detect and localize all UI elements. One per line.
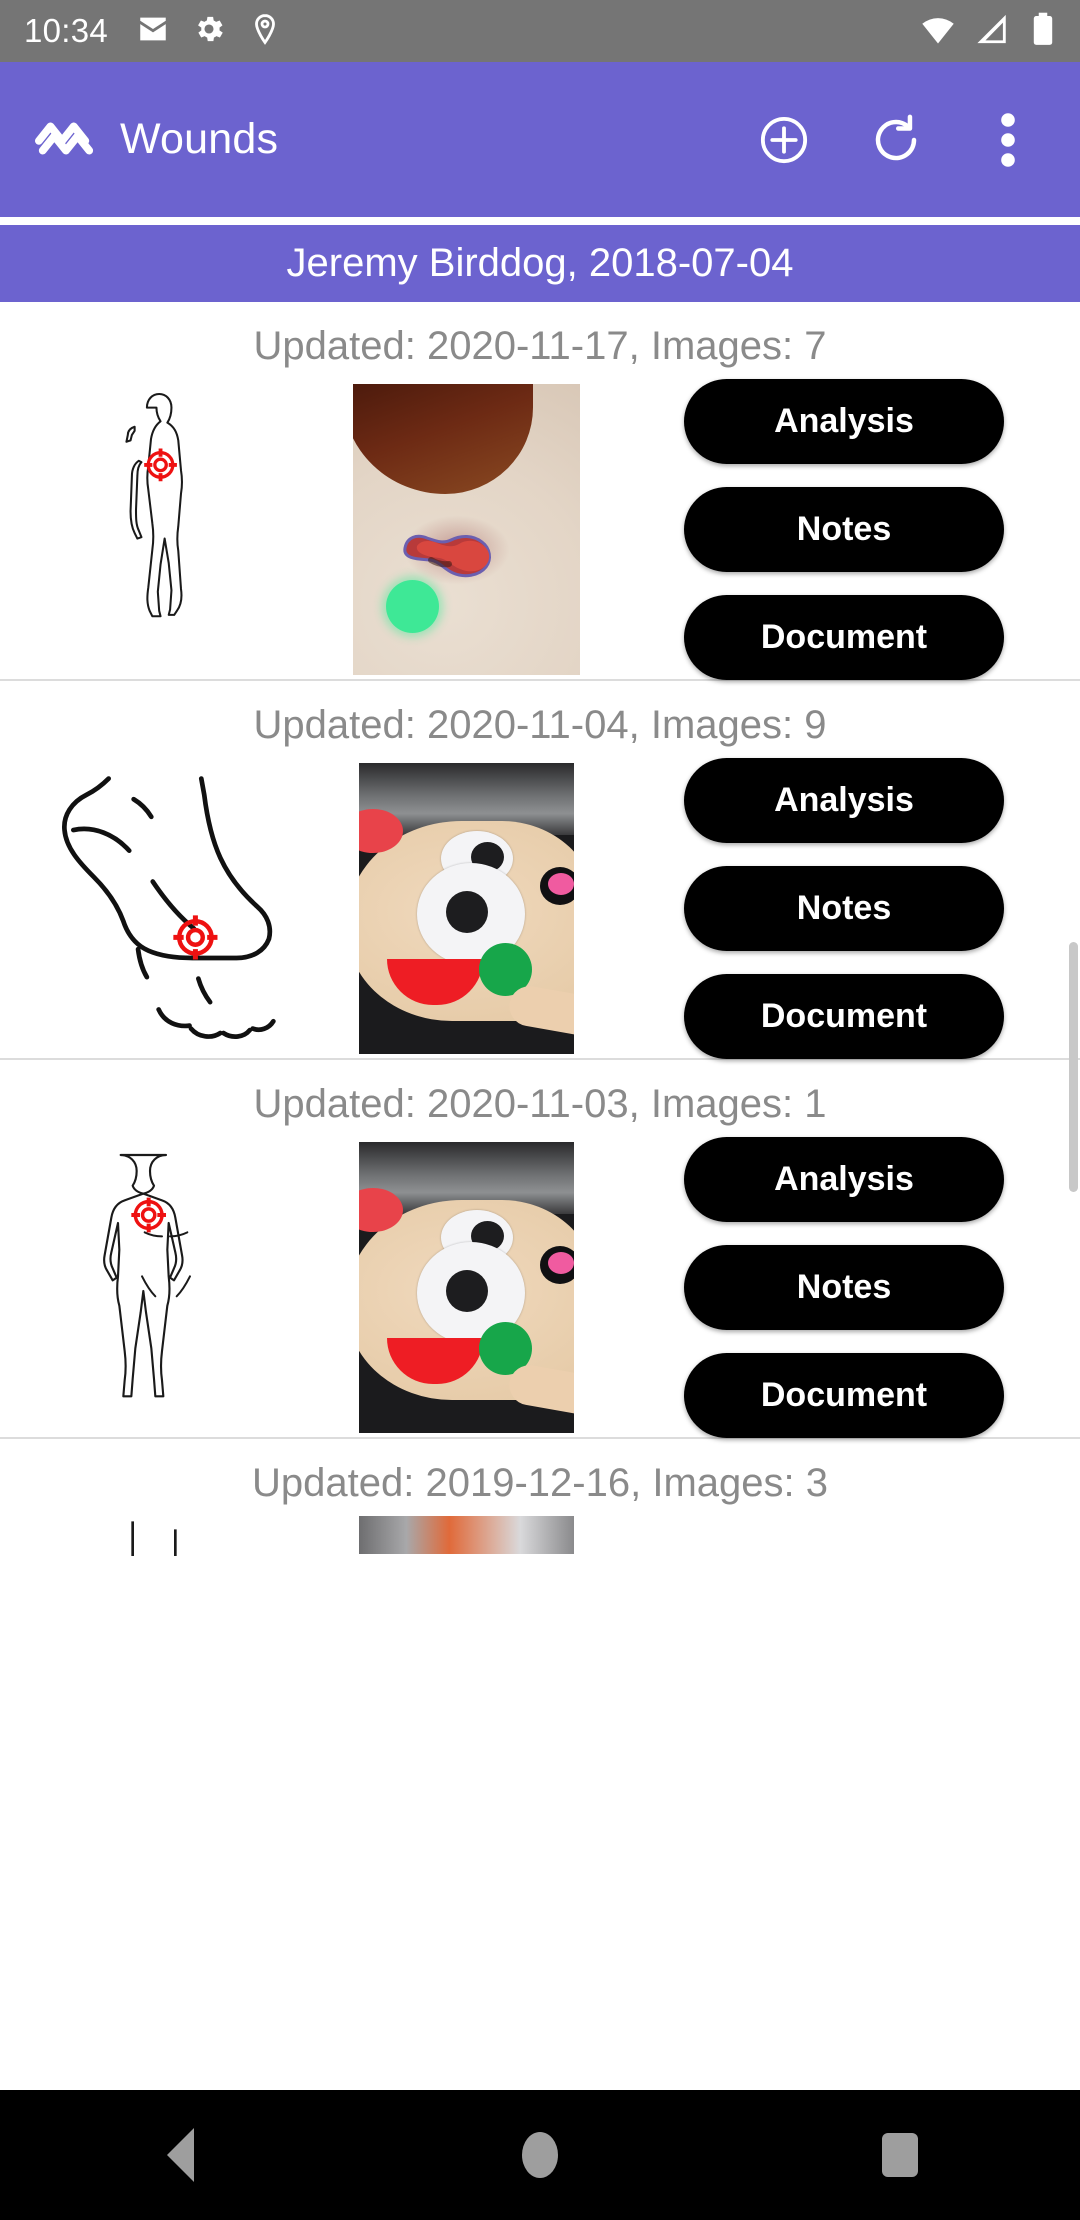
wound-row-body: Analysis Notes Document	[0, 378, 1080, 680]
circle-home-icon	[522, 2132, 558, 2178]
nav-back-button[interactable]	[105, 2090, 255, 2220]
document-button[interactable]: Document	[684, 973, 1004, 1059]
photo-plush-pupil-large	[445, 890, 488, 933]
android-navigation-bar	[0, 2090, 1080, 2220]
refresh-button[interactable]	[868, 112, 924, 168]
list-scrollbar[interactable]	[1069, 942, 1078, 1192]
triangle-back-icon	[166, 2128, 194, 2182]
document-button[interactable]: Document	[684, 1352, 1004, 1438]
wound-row-actions: Analysis Notes Document	[616, 378, 1064, 680]
wound-row-header: Updated: 2020-11-17, Images: 7	[253, 324, 827, 368]
photo-pink-detail	[539, 1245, 574, 1284]
notes-button[interactable]: Notes	[684, 486, 1004, 572]
wound-row-body	[0, 1516, 1080, 1556]
wound-photo-plush-foot[interactable]	[316, 1140, 616, 1435]
foot-outline-diagram[interactable]	[16, 761, 316, 1056]
wound-row-body: Analysis Notes Document	[0, 1136, 1080, 1438]
status-notification-icons	[136, 12, 282, 51]
wound-row-header: Updated: 2020-11-04, Images: 9	[253, 703, 827, 747]
wound-row-actions: Analysis Notes Document	[616, 757, 1064, 1059]
wifi-icon	[920, 13, 956, 50]
wound-list-item[interactable]: Updated: 2020-11-17, Images: 7 Analysis …	[0, 302, 1080, 681]
wound-photo-frame	[358, 1516, 574, 1554]
wound-row-body: Analysis Notes Document	[0, 757, 1080, 1059]
wound-photo-shoulder-lesion[interactable]	[316, 382, 616, 677]
wound-photo-frame	[358, 1141, 574, 1433]
app-screen: 10:34 Wounds Jeremy Birddog, 2018-07-04 …	[0, 0, 1080, 2220]
wound-photo-frame	[352, 383, 580, 675]
notes-button[interactable]: Notes	[684, 1244, 1004, 1330]
gear-icon	[192, 12, 226, 51]
nav-recents-button[interactable]	[825, 2090, 975, 2220]
cellular-signal-icon	[976, 13, 1010, 50]
wound-row-actions: Analysis Notes Document	[616, 1136, 1064, 1438]
location-pin-icon	[248, 12, 282, 51]
wound-outline-overlay	[402, 534, 491, 577]
app-brand: Wounds	[34, 111, 278, 168]
notes-button[interactable]: Notes	[684, 865, 1004, 951]
overflow-menu-button[interactable]	[980, 112, 1036, 168]
app-bar-actions	[756, 112, 1046, 168]
photo-pink-detail	[539, 866, 574, 905]
analysis-button[interactable]: Analysis	[684, 757, 1004, 843]
status-bar: 10:34	[0, 0, 1080, 62]
add-wound-button[interactable]	[756, 112, 812, 168]
body-diagram-partial[interactable]	[16, 1516, 316, 1556]
patient-banner[interactable]: Jeremy Birddog, 2018-07-04	[0, 225, 1080, 302]
analysis-button[interactable]: Analysis	[684, 1136, 1004, 1222]
wound-photo-plush-foot[interactable]	[316, 761, 616, 1056]
mail-icon	[136, 12, 170, 51]
nav-home-button[interactable]	[465, 2090, 615, 2220]
app-bar: Wounds	[0, 62, 1080, 217]
body-front-diagram[interactable]	[16, 1140, 316, 1435]
wound-list[interactable]: Updated: 2020-11-17, Images: 7 Analysis …	[0, 302, 1080, 2090]
square-recents-icon	[882, 2133, 918, 2177]
wound-photo-partial[interactable]	[316, 1516, 616, 1554]
body-side-profile-diagram[interactable]	[16, 382, 316, 677]
wound-list-item[interactable]: Updated: 2019-12-16, Images: 3	[0, 1439, 1080, 1556]
wound-row-header: Updated: 2020-11-03, Images: 1	[253, 1082, 827, 1126]
app-title: Wounds	[120, 115, 279, 163]
wound-row-header: Updated: 2019-12-16, Images: 3	[252, 1461, 828, 1505]
wound-list-item[interactable]: Updated: 2020-11-04, Images: 9 Analysis …	[0, 681, 1080, 1060]
status-clock: 10:34	[24, 12, 109, 49]
document-button[interactable]: Document	[684, 594, 1004, 680]
wound-list-item[interactable]: Updated: 2020-11-03, Images: 1 Analysis …	[0, 1060, 1080, 1439]
patient-banner-label: Jeremy Birddog, 2018-07-04	[286, 241, 794, 285]
wounds-waves-logo-icon	[34, 111, 96, 168]
battery-icon	[1030, 12, 1056, 51]
app-bar-divider	[0, 217, 1080, 225]
wound-photo-frame	[358, 762, 574, 1054]
photo-green-reference-marker	[385, 579, 439, 633]
analysis-button[interactable]: Analysis	[684, 378, 1004, 464]
photo-plush-pupil-large	[445, 1269, 488, 1312]
status-system-icons	[920, 12, 1056, 51]
